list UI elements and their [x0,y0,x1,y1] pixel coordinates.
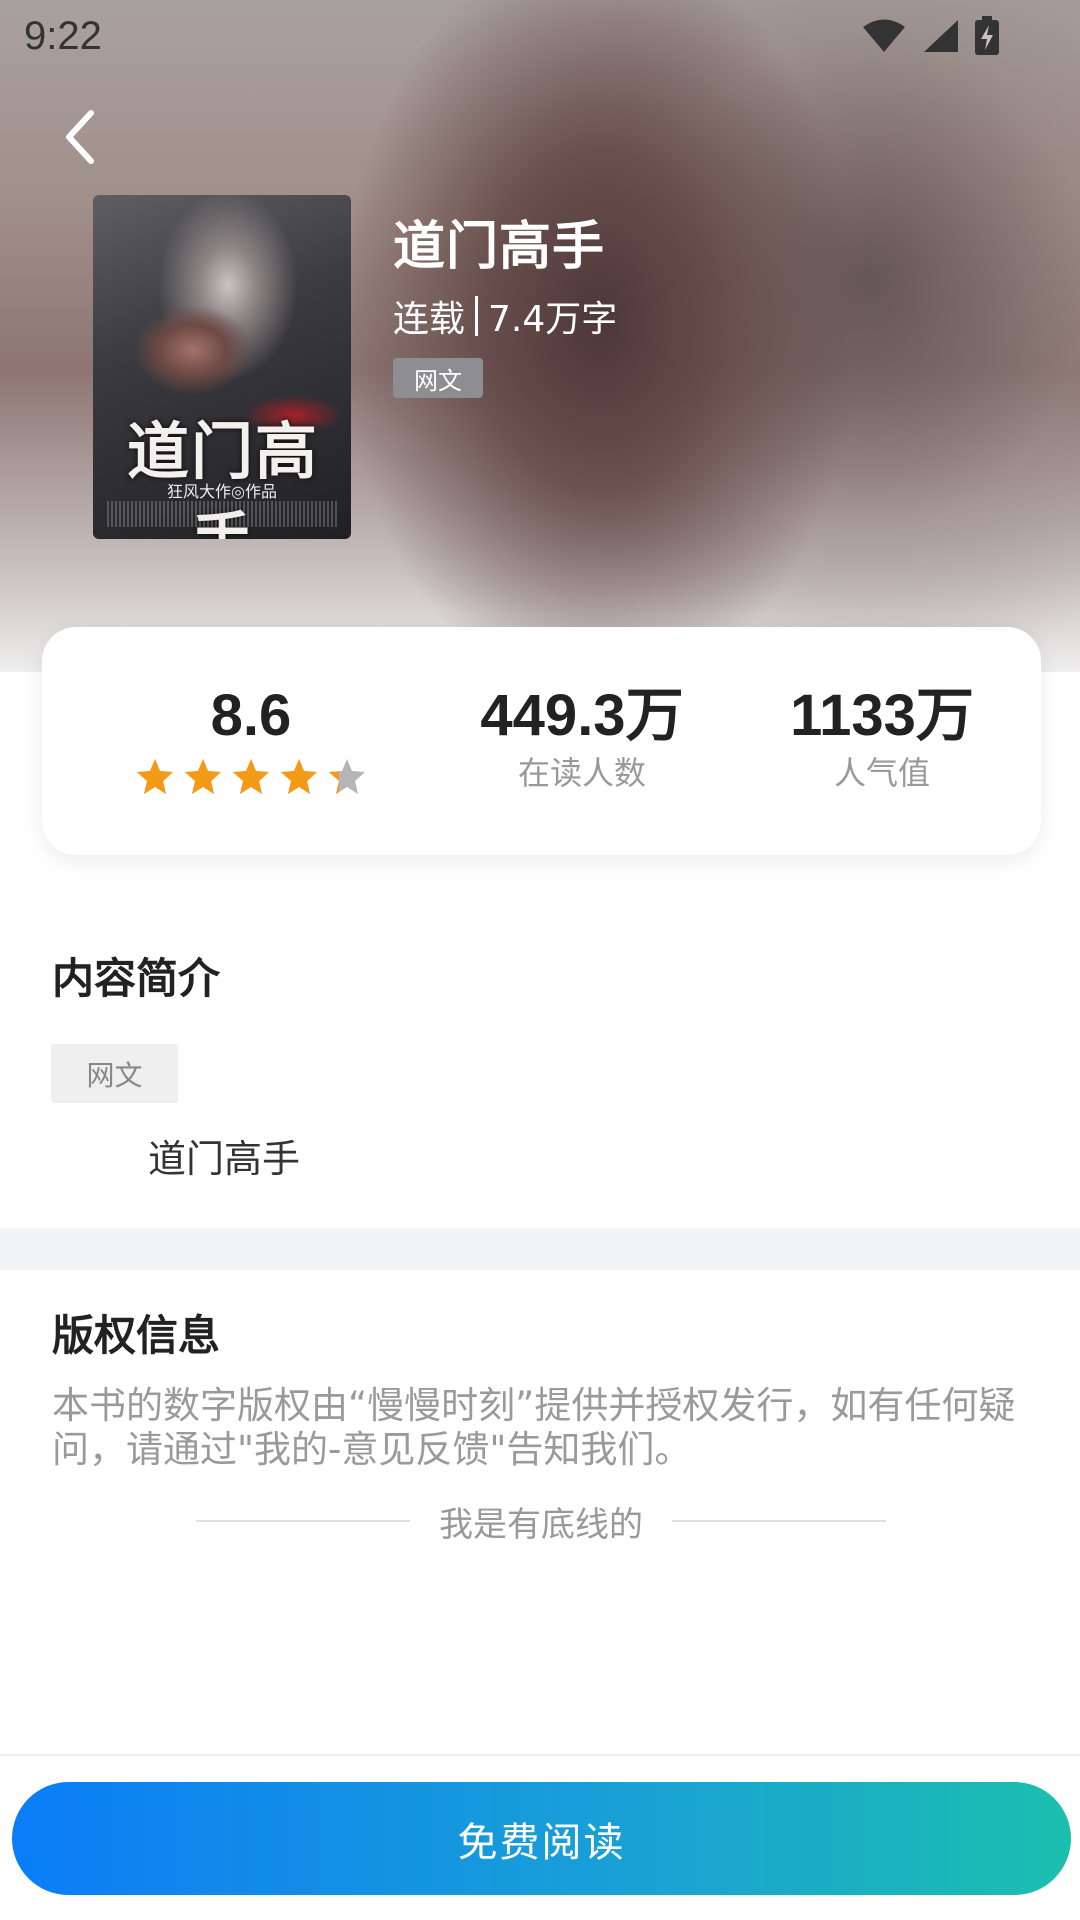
rating-value: 8.6 [210,683,292,748]
copyright-section-title: 版权信息 [52,1311,221,1360]
intro-section-title: 内容简介 [52,954,221,1003]
section-divider [0,1228,1080,1270]
readers-stat: 449.3万 在读人数 [422,683,742,792]
book-word-count: 7.4万字 [488,299,618,340]
status-icons [862,16,1000,56]
end-of-content-text: 我是有底线的 [439,1504,643,1545]
intro-text: 道门高手 [148,1137,301,1181]
meta-divider [475,296,479,336]
star-icon [281,759,317,794]
divider-line-right [672,1520,886,1522]
battery-charging-icon [974,16,1000,56]
star-icon [233,759,269,794]
stats-card: 8.6 449.3万 在读人数 1133万 人气值 [42,627,1041,855]
wifi-icon [862,18,906,54]
status-bar: 9:22 [0,0,1080,72]
star-icon [137,759,173,794]
popularity-stat: 1133万 人气值 [742,683,1022,792]
book-cover: 道门高手 狂风大作◎作品 [93,195,351,539]
book-meta: 连载 7.4万字 [393,290,617,342]
divider-line-left [196,1520,410,1522]
book-status: 连载 [393,299,466,340]
copyright-text: 本书的数字版权由“慢慢时刻”提供并授权发行，如有任何疑问，请通过"我的-意见反馈… [52,1384,1016,1471]
intro-tag[interactable]: 网文 [51,1044,178,1103]
cover-author: 狂风大作◎作品 [167,482,277,501]
readers-value: 449.3万 [480,683,684,748]
header-background: 9:22 道门高手 狂风大作◎作品 [0,0,1080,672]
cover-blurb-texture [107,501,337,527]
star-icon [185,759,221,794]
popularity-label: 人气值 [833,754,930,792]
star-icon [329,759,365,794]
rating-stars [94,757,408,797]
readers-label: 在读人数 [517,754,646,792]
genre-tag[interactable]: 网文 [393,358,483,398]
cover-art-hand [133,305,253,395]
book-title: 道门高手 [393,217,606,277]
chevron-left-icon [66,110,94,164]
popularity-value: 1133万 [790,683,974,748]
back-button[interactable] [52,102,108,172]
status-time: 9:22 [24,13,102,58]
free-read-button[interactable]: 免费阅读 [12,1782,1071,1895]
footer-separator [0,1754,1080,1756]
rating-stat: 8.6 [94,687,408,797]
end-of-content-indicator: 我是有底线的 [196,1496,886,1546]
signal-icon [920,18,960,54]
